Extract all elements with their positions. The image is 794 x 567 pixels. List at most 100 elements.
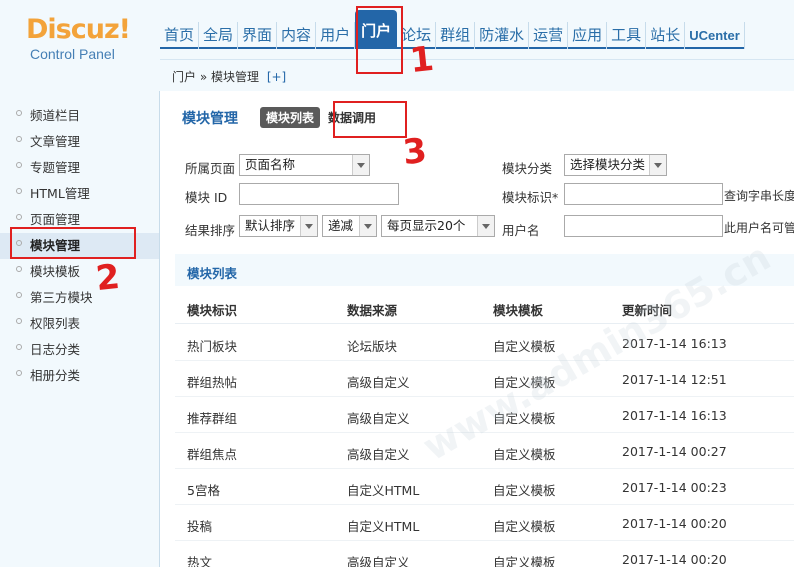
table-row[interactable]: 群组热帖 高级自定义 自定义模板 2017-1-14 12:51: [175, 361, 794, 397]
per-page-select-value: 每页显示20个: [387, 218, 466, 233]
sidebar-item-label: 专题管理: [30, 160, 81, 175]
logo: Discuz! Control Panel: [26, 14, 131, 62]
breadcrumb-text: 门户 » 模块管理: [172, 70, 259, 84]
cell-ident: 投稿: [187, 519, 213, 534]
cell-updated: 2017-1-14 16:13: [622, 408, 727, 423]
nav-operations[interactable]: 运营: [529, 22, 569, 49]
bullet-icon: [16, 110, 22, 116]
cell-template: 自定义模板: [493, 483, 556, 498]
cell-template: 自定义模板: [493, 519, 556, 534]
table-row[interactable]: 5宫格 自定义HTML 自定义模板 2017-1-14 00:23: [175, 469, 794, 505]
cell-ident: 群组焦点: [187, 447, 238, 462]
table-row[interactable]: 投稿 自定义HTML 自定义模板 2017-1-14 00:20: [175, 505, 794, 541]
order-select-value: 递减: [328, 218, 354, 233]
col-header-updated: 更新时间: [622, 303, 673, 318]
nav-tools[interactable]: 工具: [607, 22, 647, 49]
nav-content[interactable]: 内容: [277, 22, 317, 49]
block-id-input[interactable]: [239, 183, 399, 205]
sidebar-item-topics[interactable]: 专题管理: [0, 155, 159, 181]
block-id-label: 模块 ID: [185, 190, 228, 205]
chevron-down-icon: [352, 155, 369, 175]
col-header-template: 模块模板: [493, 303, 544, 318]
cell-updated: 2017-1-14 00:20: [622, 552, 727, 567]
sort-select-value: 默认排序: [245, 218, 296, 233]
nav-antispam[interactable]: 防灌水: [475, 22, 530, 49]
sidebar-item-label: 文章管理: [30, 134, 81, 149]
cell-source: 高级自定义: [347, 555, 410, 567]
username-input[interactable]: [564, 215, 723, 237]
col-header-source: 数据来源: [347, 303, 398, 318]
table-header: 模块标识 数据来源 模块模板 更新时间: [175, 290, 794, 324]
breadcrumb-bar: 门户 » 模块管理 [+]: [160, 59, 794, 91]
cell-ident: 热文: [187, 555, 213, 567]
cell-updated: 2017-1-14 00:20: [622, 516, 727, 531]
bullet-icon: [16, 214, 22, 220]
sidebar-item-permissions[interactable]: 权限列表: [0, 311, 159, 337]
table-row[interactable]: 群组焦点 高级自定义 自定义模板 2017-1-14 00:27: [175, 433, 794, 469]
cell-template: 自定义模板: [493, 339, 556, 354]
annotation-number-2: 2: [93, 256, 122, 300]
nav-global[interactable]: 全局: [199, 22, 239, 49]
breadcrumb: 门户 » 模块管理 [+]: [172, 68, 286, 85]
cell-source: 高级自定义: [347, 411, 410, 426]
per-page-select[interactable]: 每页显示20个: [381, 215, 495, 237]
page-label: 所属页面: [185, 161, 236, 176]
nav-users[interactable]: 用户: [316, 22, 356, 49]
nav-admin[interactable]: 站长: [646, 22, 686, 49]
block-ident-input[interactable]: [564, 183, 723, 205]
sort-select[interactable]: 默认排序: [239, 215, 318, 237]
cell-template: 自定义模板: [493, 375, 556, 390]
chevron-down-icon: [477, 216, 494, 236]
tab-block-list[interactable]: 模块列表: [260, 107, 321, 128]
category-select-value: 选择模块分类: [570, 157, 646, 172]
sidebar-item-channels[interactable]: 频道栏目: [0, 103, 159, 129]
sort-label: 结果排序: [185, 223, 236, 238]
sidebar-item-html[interactable]: HTML管理: [0, 181, 159, 207]
nav-ucenter[interactable]: UCenter: [685, 22, 745, 49]
add-favorite-link[interactable]: [+]: [267, 70, 286, 84]
block-list-section: 模块列表: [175, 254, 794, 286]
bullet-icon: [16, 162, 22, 168]
category-select[interactable]: 选择模块分类: [564, 154, 667, 176]
cell-ident: 群组热帖: [187, 375, 238, 390]
sidebar-item-block-templates[interactable]: 模块模板: [0, 259, 159, 285]
cell-template: 自定义模板: [493, 411, 556, 426]
category-label: 模块分类: [502, 161, 553, 176]
chevron-down-icon: [649, 155, 666, 175]
nav-apps[interactable]: 应用: [568, 22, 608, 49]
order-select[interactable]: 递减: [322, 215, 377, 237]
cell-updated: 2017-1-14 00:23: [622, 480, 727, 495]
sidebar-item-label: HTML管理: [30, 186, 90, 201]
page-select[interactable]: 页面名称: [239, 154, 370, 176]
bullet-icon: [16, 266, 22, 272]
sidebar-item-log-categories[interactable]: 日志分类: [0, 337, 159, 363]
sidebar-item-third-party[interactable]: 第三方模块: [0, 285, 159, 311]
chevron-down-icon: [300, 216, 317, 236]
annotation-box-data-call: [333, 101, 407, 138]
sidebar: 频道栏目 文章管理 专题管理 HTML管理 页面管理 模块管理 模块模板 第三方…: [0, 91, 160, 567]
nav-groups[interactable]: 群组: [436, 22, 476, 49]
sidebar-item-album-categories[interactable]: 相册分类: [0, 363, 159, 389]
sidebar-item-label: 日志分类: [30, 342, 81, 357]
annotation-number-3: 3: [400, 130, 429, 174]
annotation-number-1: 1: [407, 38, 436, 82]
cell-source: 自定义HTML: [347, 519, 420, 534]
section-title: 模块列表: [187, 266, 238, 281]
cell-updated: 2017-1-14 16:13: [622, 336, 727, 351]
bullet-icon: [16, 292, 22, 298]
nav-home[interactable]: 首页: [160, 22, 200, 49]
table-row[interactable]: 推荐群组 高级自定义 自定义模板 2017-1-14 16:13: [175, 397, 794, 433]
nav-interface[interactable]: 界面: [238, 22, 278, 49]
logo-title: Discuz!: [26, 14, 131, 45]
sidebar-item-label: 频道栏目: [30, 108, 81, 123]
annotation-box-blocks: [10, 227, 136, 259]
table-row[interactable]: 热门板块 论坛版块 自定义模板 2017-1-14 16:13: [175, 325, 794, 361]
cell-ident: 5宫格: [187, 483, 220, 498]
logo-subtitle: Control Panel: [30, 46, 115, 62]
table-row[interactable]: 热文 高级自定义 自定义模板 2017-1-14 00:20: [175, 541, 794, 567]
sidebar-item-label: 模块模板: [30, 264, 81, 279]
sidebar-item-articles[interactable]: 文章管理: [0, 129, 159, 155]
cell-source: 自定义HTML: [347, 483, 420, 498]
cell-ident: 热门板块: [187, 339, 238, 354]
bullet-icon: [16, 188, 22, 194]
